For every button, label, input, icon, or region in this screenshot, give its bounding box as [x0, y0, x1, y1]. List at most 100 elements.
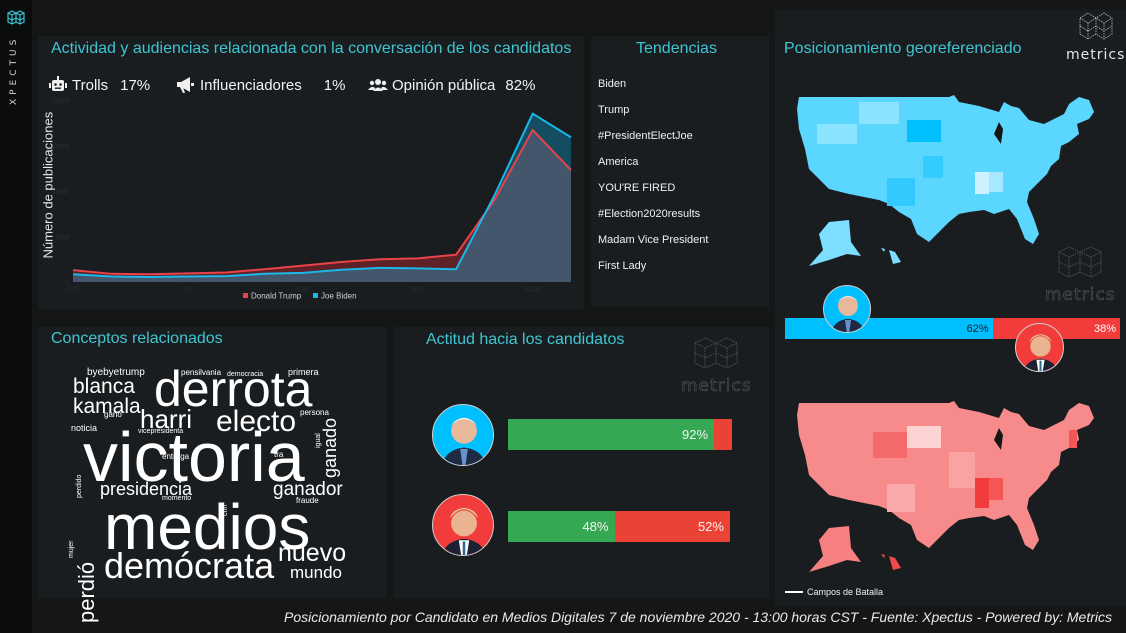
positive-segment: 92%: [508, 419, 715, 450]
state-highlight: [887, 484, 915, 512]
metrics-watermark: metrics: [681, 335, 752, 396]
negative-segment: [714, 419, 732, 450]
trends-list: Biden Trump #PresidentElectJoe America YOU'R…: [598, 76, 708, 284]
x-tick-label: 9:00: [412, 287, 424, 293]
activity-title: Actividad y audiencias relacionada con l…: [51, 40, 572, 57]
metrics-word: metrics: [681, 376, 752, 397]
x-tick-label: 12:00: [525, 287, 541, 293]
state-highlight: [873, 432, 907, 458]
stat-value: 82%: [505, 76, 536, 94]
biden-portrait-icon: [830, 296, 866, 332]
word-cloud-term: persona: [300, 408, 329, 417]
trump-portrait-icon: [1022, 334, 1059, 371]
word-cloud-term: byebyetrump: [87, 367, 145, 378]
activity-chart: 050001000015000200000:00 3:00 6:00 9:00 12:0…: [52, 99, 572, 301]
metrics-word: metrics: [1066, 47, 1126, 63]
trend-item[interactable]: Trump: [598, 102, 708, 128]
y-tick-label: 20000: [52, 99, 69, 105]
stat-label: Influenciadores: [200, 76, 302, 94]
state-highlight: [989, 172, 1003, 192]
robot-icon: [49, 76, 67, 91]
word-cloud-term: igual: [315, 433, 322, 448]
legend-label: Donald Trump: [251, 292, 302, 301]
word-cloud-term: vicepresidenta: [138, 428, 184, 435]
biden-portrait-icon: [441, 417, 487, 465]
word-cloud-term: noticia: [71, 423, 98, 433]
dashboard: XPECTUS Actividad y audiencias relaciona…: [0, 0, 1126, 633]
brand-name: XPECTUS: [9, 36, 19, 106]
word-cloud-term: cnn: [222, 504, 229, 516]
trends-title: Tendencias: [636, 40, 717, 57]
geo-panel: Posicionamiento georeferenciado metrics: [775, 10, 1126, 606]
state-highlight: [907, 120, 941, 142]
trend-item[interactable]: America: [598, 154, 708, 180]
word-cloud-term: democracia: [227, 371, 264, 378]
cube-grid-icon: [7, 10, 25, 25]
metrics-watermark: metrics: [1045, 244, 1116, 305]
word-cloud-term: momento: [162, 495, 192, 502]
trump-avatar: [1015, 323, 1064, 372]
battleground-legend: Campos de Batalla: [785, 587, 883, 597]
trend-item[interactable]: YOU'RE FIRED: [598, 180, 708, 206]
hawaii-shape: [881, 554, 901, 570]
trump-portrait-icon: [441, 507, 487, 555]
stat-value: 17%: [120, 76, 151, 94]
state-highlight: [923, 156, 943, 178]
legend-swatch: [243, 293, 248, 298]
attitude-title: Actitud hacia los candidatos: [426, 331, 625, 348]
state-highlight: [949, 452, 975, 488]
brand-sidebar: XPECTUS: [0, 0, 32, 633]
stat-influencers: Influenciadores 1%: [176, 76, 345, 94]
metrics-word: metrics: [1045, 285, 1116, 306]
alaska-shape: [809, 220, 861, 266]
legend-swatch: [785, 591, 803, 593]
trump-avatar: [432, 494, 494, 556]
word-cloud-term: fraude: [296, 496, 319, 505]
stat-public-opinion: Opinión pública 82%: [368, 76, 535, 94]
concepts-title: Conceptos relacionados: [51, 330, 223, 347]
stat-label: Opinión pública: [392, 76, 496, 94]
x-tick-label: 0:00: [67, 287, 79, 293]
word-cloud-term: entrega: [162, 452, 190, 461]
biden-avatar: [432, 404, 494, 466]
megaphone-icon: [177, 77, 194, 93]
word-cloud-term: ganado: [320, 417, 340, 478]
metrics-cube-icon: [1079, 12, 1113, 40]
users-icon: [368, 79, 388, 91]
state-highlight: [817, 124, 857, 144]
trend-item[interactable]: First Lady: [598, 258, 708, 284]
stat-value: 1%: [323, 76, 346, 94]
word-cloud-term: mujer: [68, 540, 75, 558]
x-tick-label: 3:00: [182, 287, 194, 293]
word-cloud-term: electo: [216, 405, 297, 438]
state-highlight: [859, 102, 899, 124]
state-highlight: [887, 178, 915, 206]
trend-item[interactable]: Madam Vice President: [598, 232, 708, 258]
word-cloud-term: blanca: [73, 375, 135, 398]
metrics-logo: metrics: [1066, 10, 1125, 63]
geo-title: Posicionamiento georeferenciado: [784, 40, 1022, 57]
concepts-panel: Conceptos relacionados victoria medios der…: [38, 327, 387, 623]
trump-us-map: [797, 401, 1094, 572]
trump-attitude-bar: 48% 52%: [508, 511, 730, 542]
positive-segment: 48%: [508, 511, 615, 542]
trends-panel: Tendencias Biden Trump #PresidentElectJoe A…: [591, 36, 769, 307]
metrics-cube-icon: [694, 337, 738, 369]
stat-label: Trolls: [72, 76, 109, 94]
trend-item[interactable]: #Election2020results: [598, 206, 708, 232]
state-highlight: [975, 172, 989, 194]
y-tick-label: 10000: [52, 190, 69, 196]
trend-item[interactable]: #PresidentElectJoe: [598, 128, 708, 154]
word-cloud-term: perdido: [76, 474, 83, 498]
word-cloud-term: demócrata: [104, 545, 275, 586]
biden-avatar: [823, 285, 871, 333]
trend-item[interactable]: Biden: [598, 76, 708, 102]
activity-panel: Actividad y audiencias relacionada con l…: [38, 36, 584, 309]
word-cloud-term: ganó: [104, 410, 122, 419]
biden-share-segment: 62%: [785, 318, 993, 339]
word-cloud-term: perdió: [74, 561, 99, 623]
stat-trolls: Trolls 17%: [48, 76, 150, 94]
overlap-area: [73, 130, 571, 282]
state-highlight: [1069, 430, 1077, 448]
alaska-shape: [809, 526, 861, 572]
